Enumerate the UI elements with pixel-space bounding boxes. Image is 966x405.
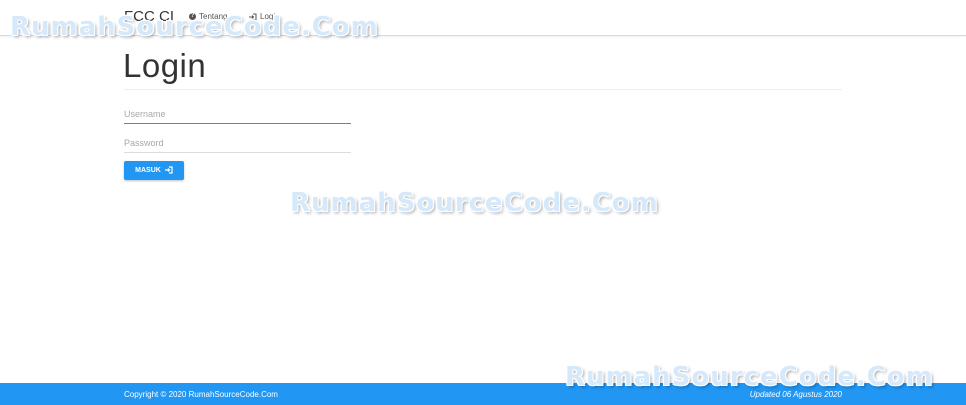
title-divider [124, 89, 842, 90]
watermark-middle: RumahSourceCode.Com [290, 188, 659, 218]
password-input[interactable] [124, 134, 351, 153]
footer-updated: Updated 06 Agustus 2020 [749, 390, 842, 399]
footer-copyright: Copyright © 2020 RumahSourceCode.Com [124, 390, 278, 399]
footer: Copyright © 2020 RumahSourceCode.Com Upd… [0, 383, 966, 405]
navbar: FCC CI ? Tentang Login [0, 0, 966, 36]
nav-link-tentang-label: Tentang [199, 12, 228, 21]
nav-link-login-label: Login [260, 12, 280, 21]
nav-link-login[interactable]: Login [248, 12, 280, 21]
nav-link-tentang[interactable]: ? Tentang [189, 12, 227, 21]
sign-in-icon [164, 165, 173, 176]
masuk-button-label: MASUK [135, 167, 161, 174]
brand-link[interactable]: FCC CI [124, 8, 174, 25]
username-input[interactable] [124, 105, 351, 124]
page: FCC CI ? Tentang Login Login MASUK [0, 0, 966, 405]
question-circle-icon: ? [189, 13, 196, 20]
masuk-button[interactable]: MASUK [124, 161, 184, 180]
sign-in-icon [248, 13, 257, 21]
page-title: Login [123, 47, 207, 84]
